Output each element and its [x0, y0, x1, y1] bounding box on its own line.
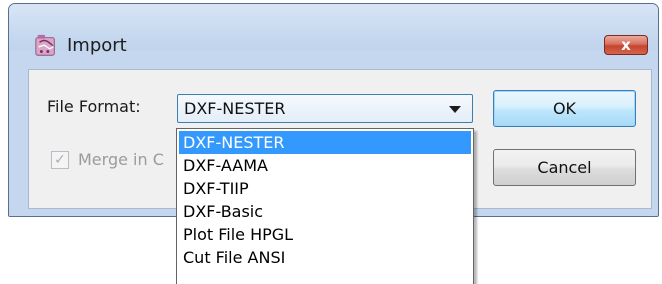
window-title: Import: [67, 35, 127, 56]
close-icon: x: [621, 36, 631, 54]
file-format-label: File Format:: [47, 97, 141, 116]
dropdown-option-cut-file-ansi[interactable]: Cut File ANSI: [179, 246, 471, 269]
merge-checkbox[interactable]: ✓: [51, 151, 69, 169]
app-icon: [35, 34, 55, 56]
dropdown-option-dxf-aama[interactable]: DXF-AAMA: [179, 154, 471, 177]
dropdown-option-dxf-tiip[interactable]: DXF-TIIP: [179, 177, 471, 200]
file-format-value: DXF-NESTER: [184, 99, 286, 118]
dropdown-option-dxf-basic[interactable]: DXF-Basic: [179, 200, 471, 223]
merge-label: Merge in C: [78, 150, 164, 169]
file-format-dropdown-list: DXF-NESTER DXF-AAMA DXF-TIIP DXF-Basic P…: [176, 128, 474, 284]
cancel-button[interactable]: Cancel: [493, 149, 636, 186]
checkmark-icon: ✓: [54, 152, 66, 168]
dropdown-option-plot-file-hpgl[interactable]: Plot File HPGL: [179, 223, 471, 246]
chevron-down-icon[interactable]: [449, 106, 461, 113]
ok-button[interactable]: OK: [493, 90, 636, 127]
file-format-combobox[interactable]: DXF-NESTER: [177, 94, 473, 123]
screen: Import x File Format: DXF-NESTER ✓ Merge…: [0, 0, 662, 284]
dropdown-option-dxf-nester[interactable]: DXF-NESTER: [179, 131, 471, 154]
close-button[interactable]: x: [604, 35, 648, 55]
